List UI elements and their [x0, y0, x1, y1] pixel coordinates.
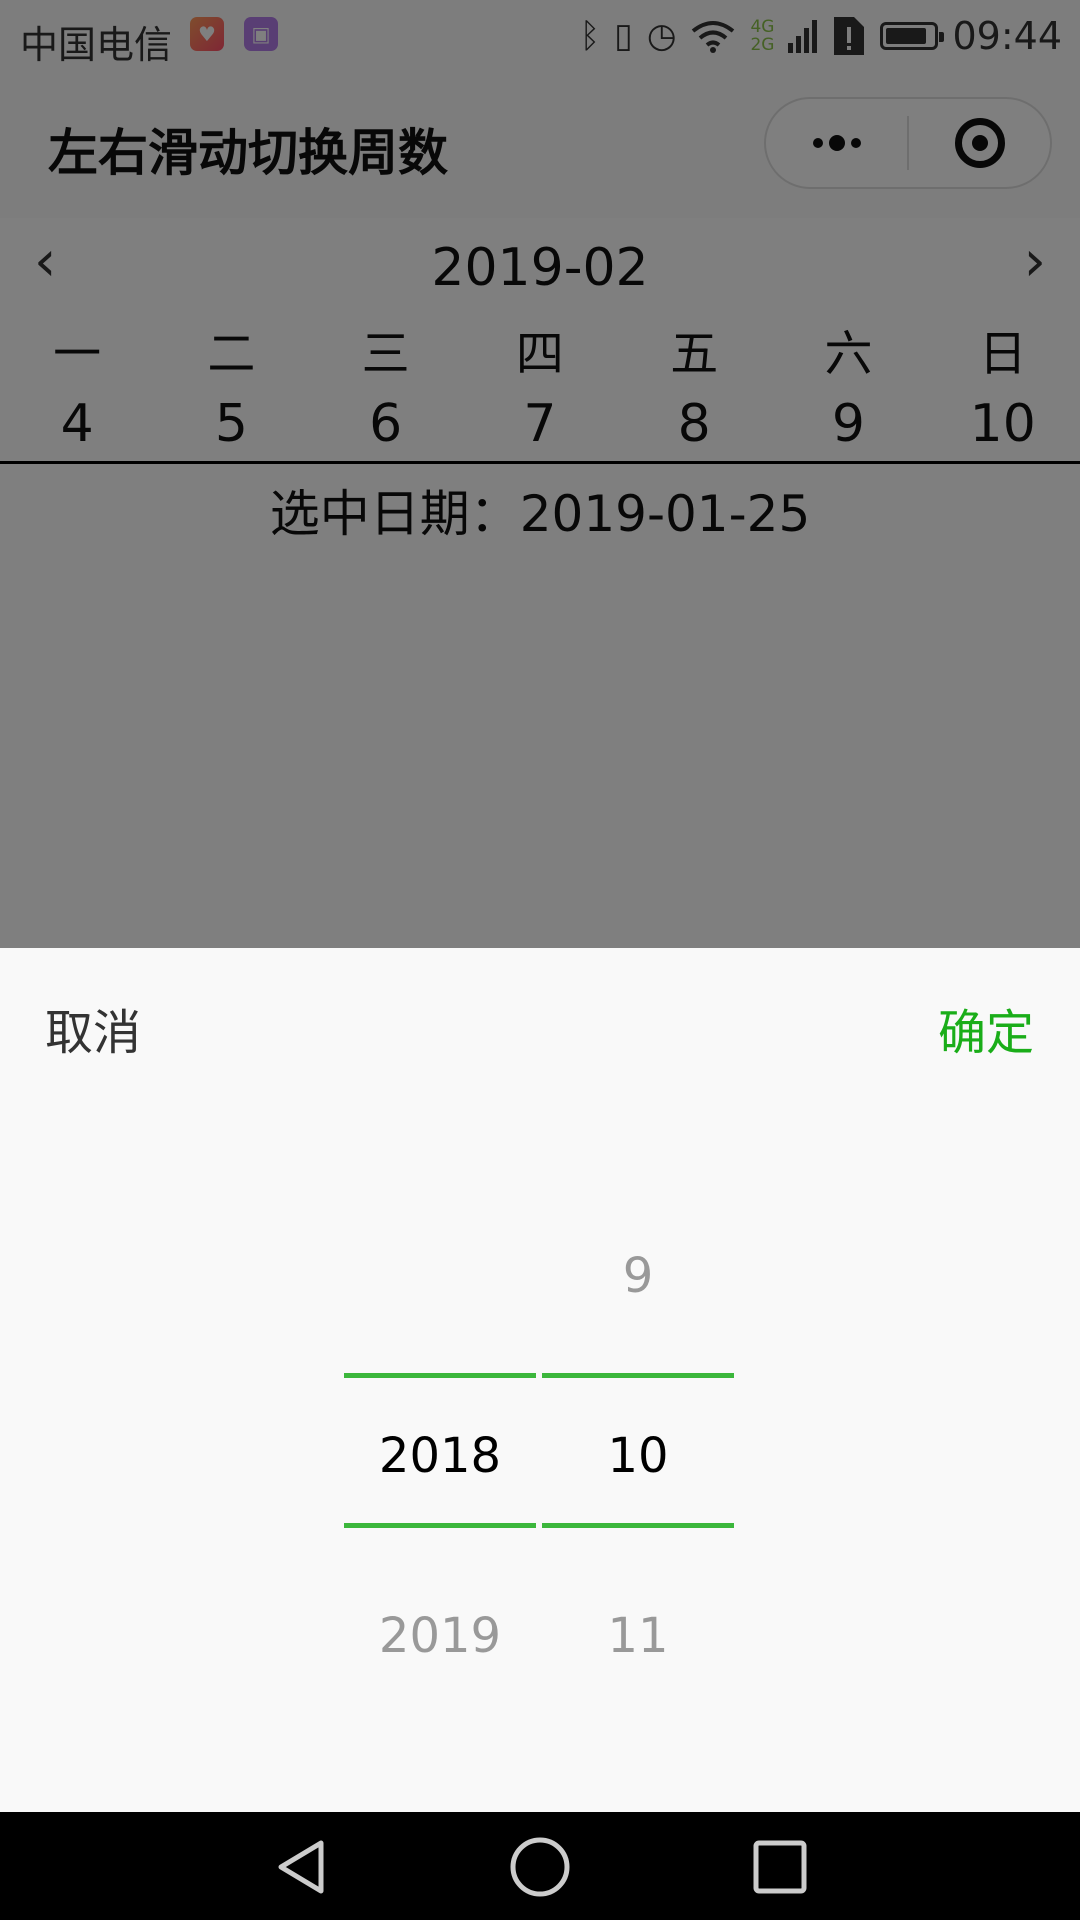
- home-icon[interactable]: [509, 1836, 571, 1898]
- month-option-below[interactable]: 11: [542, 1608, 734, 1664]
- system-navigation-bar: [0, 1812, 1080, 1920]
- month-column[interactable]: 9 10 11: [542, 948, 734, 1812]
- selection-indicator-top: [344, 1373, 536, 1378]
- picker-mask[interactable]: [0, 0, 1080, 948]
- date-picker-sheet: 取消 确定 2018 2019 9 10 11: [0, 948, 1080, 1812]
- recent-apps-icon[interactable]: [749, 1836, 811, 1898]
- confirm-button[interactable]: 确定: [938, 993, 1034, 1063]
- cancel-button[interactable]: 取消: [45, 993, 141, 1063]
- selection-indicator-bottom: [344, 1523, 536, 1528]
- year-option-below[interactable]: 2019: [344, 1608, 536, 1664]
- month-option-above[interactable]: 9: [542, 1248, 734, 1304]
- screen: 中国电信 ♥ ▣ ᛒ ▯ ◷ 4G 2G: [0, 0, 1080, 1920]
- selection-indicator-top: [542, 1373, 734, 1378]
- selection-indicator-bottom: [542, 1523, 734, 1528]
- year-option-selected[interactable]: 2018: [344, 1428, 536, 1484]
- year-column[interactable]: 2018 2019: [344, 948, 536, 1812]
- back-icon[interactable]: [270, 1836, 332, 1898]
- month-option-selected[interactable]: 10: [542, 1428, 734, 1484]
